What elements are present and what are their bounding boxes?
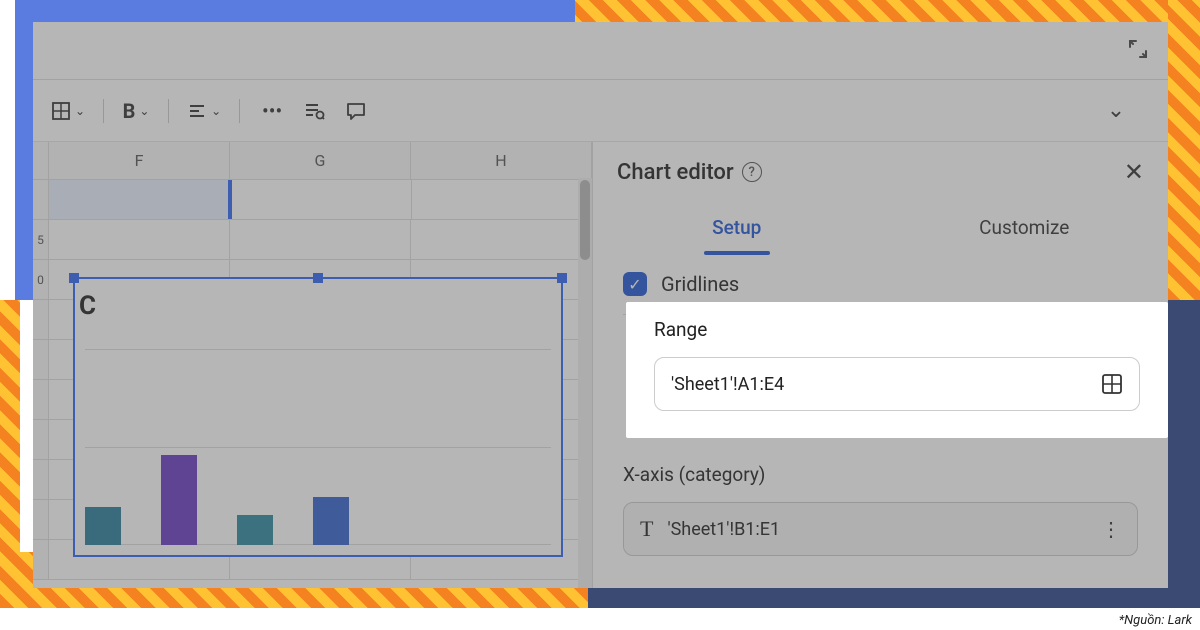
bold-button[interactable]: B ⌄ [118, 93, 154, 129]
xaxis-field[interactable]: T 'Sheet1'!B1:E1 ⋮ [623, 502, 1138, 556]
checkbox-checked-icon: ✓ [623, 272, 647, 296]
frame-blue-left [15, 0, 33, 300]
range-input[interactable]: 'Sheet1'!A1:E4 [654, 357, 1140, 411]
frame-dark-bottom [588, 586, 1200, 608]
scrollbar-thumb[interactable] [580, 180, 590, 260]
chevron-down-icon: ⌄ [211, 104, 221, 118]
text-type-icon: T [640, 516, 653, 542]
grid-select-icon[interactable] [1101, 373, 1123, 395]
gridlines-checkbox[interactable]: ✓ Gridlines [623, 272, 1138, 296]
toolbar-divider [103, 99, 104, 123]
help-icon[interactable]: ? [742, 162, 762, 182]
app-surface: ⌄ B ⌄ ⌄ ••• ⌄ F G H [33, 22, 1168, 588]
column-header[interactable]: H [411, 142, 592, 179]
tab-customize[interactable]: Customize [881, 202, 1169, 253]
resize-handle[interactable] [69, 273, 79, 283]
expand-icon[interactable] [1128, 39, 1148, 63]
frame-stripe-right [1168, 0, 1200, 330]
toolbar: ⌄ B ⌄ ⌄ ••• ⌄ [33, 80, 1168, 142]
chart-bar [313, 497, 349, 545]
gridlines-label: Gridlines [661, 272, 739, 296]
column-header[interactable]: G [230, 142, 411, 179]
xaxis-label: X-axis (category) [623, 463, 1138, 486]
more-icon[interactable]: ⋮ [1101, 517, 1121, 541]
toolbar-divider [239, 99, 240, 123]
tab-setup[interactable]: Setup [593, 202, 881, 253]
vertical-scrollbar[interactable] [578, 178, 592, 588]
chart-bar [85, 507, 121, 545]
chart-bar [161, 455, 197, 545]
frame-stripe-left [0, 300, 20, 608]
frame-blue-top [15, 0, 575, 22]
comment-button[interactable] [338, 93, 374, 129]
titlebar [33, 22, 1168, 80]
chart-body [85, 349, 551, 545]
editor-tabs: Setup Customize [593, 202, 1168, 254]
chart-object[interactable]: C [73, 277, 563, 557]
more-button[interactable]: ••• [254, 93, 290, 129]
collapse-button[interactable]: ⌄ [1098, 93, 1134, 129]
resize-handle[interactable] [313, 273, 323, 283]
chevron-down-icon: ⌄ [139, 104, 149, 118]
align-button[interactable]: ⌄ [183, 93, 225, 129]
xaxis-value: 'Sheet1'!B1:E1 [667, 519, 780, 540]
range-section-highlight: Range 'Sheet1'!A1:E4 [626, 302, 1168, 438]
borders-button[interactable]: ⌄ [47, 93, 89, 129]
range-label: Range [654, 318, 1140, 341]
find-button[interactable] [296, 93, 332, 129]
chevron-down-icon: ⌄ [75, 104, 85, 118]
chart-title: C [75, 279, 561, 321]
resize-handle[interactable] [557, 273, 567, 283]
toolbar-divider [168, 99, 169, 123]
panel-title: Chart editor ? [617, 160, 762, 185]
range-value: 'Sheet1'!A1:E4 [671, 374, 784, 395]
frame-dark-right [1168, 300, 1200, 608]
column-header[interactable]: F [49, 142, 230, 179]
attribution-text: *Nguồn: Lark [1119, 613, 1192, 628]
column-headers: F G H [33, 142, 592, 180]
chart-bar [237, 515, 273, 545]
close-icon[interactable]: ✕ [1124, 158, 1144, 186]
spreadsheet[interactable]: F G H 5 0 C [33, 142, 593, 588]
